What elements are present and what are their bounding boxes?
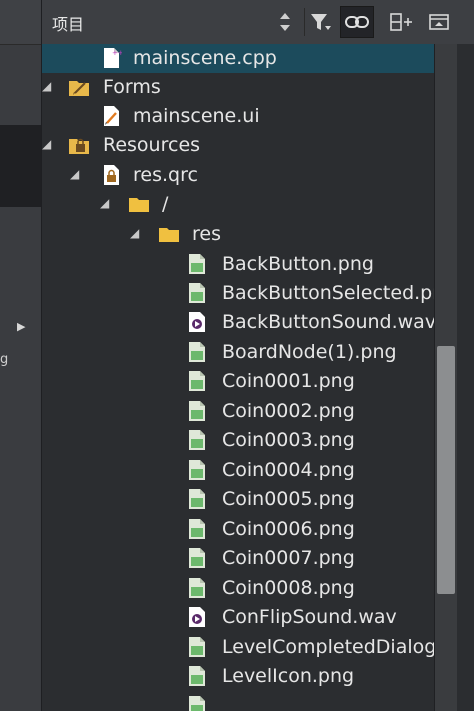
folder-icon: [159, 228, 179, 242]
tree-item-file[interactable]: BackButtonSound.wav: [42, 308, 434, 337]
png-file-icon: [189, 342, 205, 362]
png-file-icon: [189, 489, 205, 509]
left-panel-text-fragment: g: [0, 352, 9, 367]
png-file-icon: [189, 666, 205, 686]
tree-item-root-prefix[interactable]: ◢ /: [42, 190, 434, 219]
tree-item-label: Coin0001.png: [222, 370, 355, 392]
project-panel-header: 项目: [42, 0, 474, 45]
wav-file-icon: [189, 312, 205, 332]
left-panel-header: [0, 0, 42, 45]
png-file-icon: [189, 401, 205, 421]
tree-item-file[interactable]: Coin0007.png: [42, 544, 434, 573]
tree-item-label: res.qrc: [133, 164, 198, 186]
tree-item-resources[interactable]: ◢ Resources: [42, 131, 434, 160]
tree-item-mainscene-ui[interactable]: mainscene.ui: [42, 102, 434, 131]
left-side-panel: ▶ g: [0, 0, 42, 711]
expanded-arrow-icon[interactable]: ◢: [70, 167, 79, 181]
tree-item-label: LevelCompletedDialog: [222, 636, 434, 658]
tree-item-file[interactable]: LevelCompletedDialog: [42, 633, 434, 662]
split-button[interactable]: [384, 6, 418, 38]
png-file-icon: [189, 637, 205, 657]
ui-file-icon: [104, 106, 119, 126]
tree-item-file[interactable]: Coin0003.png: [42, 426, 434, 455]
tree-item-forms[interactable]: ◢ Forms: [42, 73, 434, 102]
filter-button[interactable]: [304, 6, 338, 38]
tree-item-res-qrc[interactable]: ◢ res.qrc: [42, 161, 434, 190]
tree-item-label: BackButton.png: [222, 253, 374, 275]
left-panel-selected-item[interactable]: [0, 125, 42, 207]
expanded-arrow-icon[interactable]: ◢: [42, 79, 51, 93]
tree-item-file[interactable]: BackButton.png: [42, 250, 434, 279]
close-panel-button[interactable]: [422, 6, 456, 38]
tree-item-label: Coin0005.png: [222, 488, 355, 510]
png-file-icon: [189, 696, 205, 711]
png-file-icon: [189, 578, 205, 598]
sync-link-button[interactable]: [340, 6, 374, 38]
expand-arrow-icon[interactable]: ▶: [17, 320, 25, 333]
tree-item-mainscene-cpp[interactable]: ++ mainscene.cpp: [42, 44, 434, 73]
tree-item-label: LevelIcon.png: [222, 665, 355, 687]
tree-item-label: mainscene.cpp: [133, 47, 277, 69]
tree-item-label: /: [162, 193, 169, 215]
tree-item-res-folder[interactable]: ◢ res: [42, 220, 434, 249]
tree-item-label: BackButtonSound.wav: [222, 311, 434, 333]
vertical-scrollbar[interactable]: [434, 44, 474, 711]
folder-icon: [129, 198, 149, 212]
project-tree: ++ mainscene.cpp ◢ Forms mainscene.ui ◢ …: [42, 44, 434, 711]
png-file-icon: [189, 548, 205, 568]
tree-item-file[interactable]: Coin0006.png: [42, 515, 434, 544]
tree-item-file[interactable]: Coin0001.png: [42, 367, 434, 396]
tree-item-file[interactable]: Coin0005.png: [42, 485, 434, 514]
expanded-arrow-icon[interactable]: ◢: [42, 137, 51, 151]
wav-file-icon: [189, 607, 205, 627]
tree-item-label: Coin0008.png: [222, 577, 355, 599]
tree-item-label: Coin0004.png: [222, 459, 355, 481]
qrc-file-icon: [104, 165, 119, 185]
png-file-icon: [189, 460, 205, 480]
tree-item-file[interactable]: Coin0004.png: [42, 456, 434, 485]
filter-icon: [311, 14, 331, 30]
tree-item-file[interactable]: Coin0002.png: [42, 397, 434, 426]
tree-item-label: Coin0003.png: [222, 429, 355, 451]
resources-folder-icon: [69, 138, 89, 154]
panel-title: 项目: [52, 15, 85, 34]
svg-text:++: ++: [112, 49, 122, 57]
tree-item-label: ConFlipSound.wav: [222, 606, 397, 628]
tree-item-label: BackButtonSelected.pn: [222, 282, 434, 304]
link-icon: [345, 16, 369, 28]
tree-item-file[interactable]: ConFlipSound.wav: [42, 603, 434, 632]
png-file-icon: [189, 283, 205, 303]
png-file-icon: [189, 519, 205, 539]
png-file-icon: [189, 371, 205, 391]
scrollbar-thumb[interactable]: [437, 346, 455, 594]
tree-item-label: res: [192, 223, 221, 245]
tree-item-label: Resources: [103, 134, 201, 156]
forms-folder-icon: [69, 81, 89, 96]
png-file-icon: [189, 430, 205, 450]
tree-item-label: Coin0007.png: [222, 547, 355, 569]
tree-item-file[interactable]: Coin0008.png: [42, 574, 434, 603]
close-panel-icon: [429, 14, 449, 30]
tree-item-file[interactable]: BackButtonSelected.pn: [42, 279, 434, 308]
tree-item-label: Coin0006.png: [222, 518, 355, 540]
tree-item-file[interactable]: BoardNode(1).png: [42, 338, 434, 367]
png-file-icon: [189, 254, 205, 274]
tree-item-label: Forms: [103, 76, 161, 98]
combo-updown-icon[interactable]: [278, 9, 292, 35]
tree-item-label: Coin0002.png: [222, 400, 355, 422]
tree-item-file[interactable]: LevelIcon.png: [42, 662, 434, 691]
expanded-arrow-icon[interactable]: ◢: [130, 226, 139, 240]
expanded-arrow-icon[interactable]: ◢: [100, 196, 109, 210]
tree-item-label: mainscene.ui: [133, 105, 260, 127]
tree-item-file-partial[interactable]: [42, 692, 434, 711]
cpp-file-icon: ++: [104, 48, 122, 68]
split-add-icon: [390, 13, 412, 31]
tree-item-label: BoardNode(1).png: [222, 341, 397, 363]
